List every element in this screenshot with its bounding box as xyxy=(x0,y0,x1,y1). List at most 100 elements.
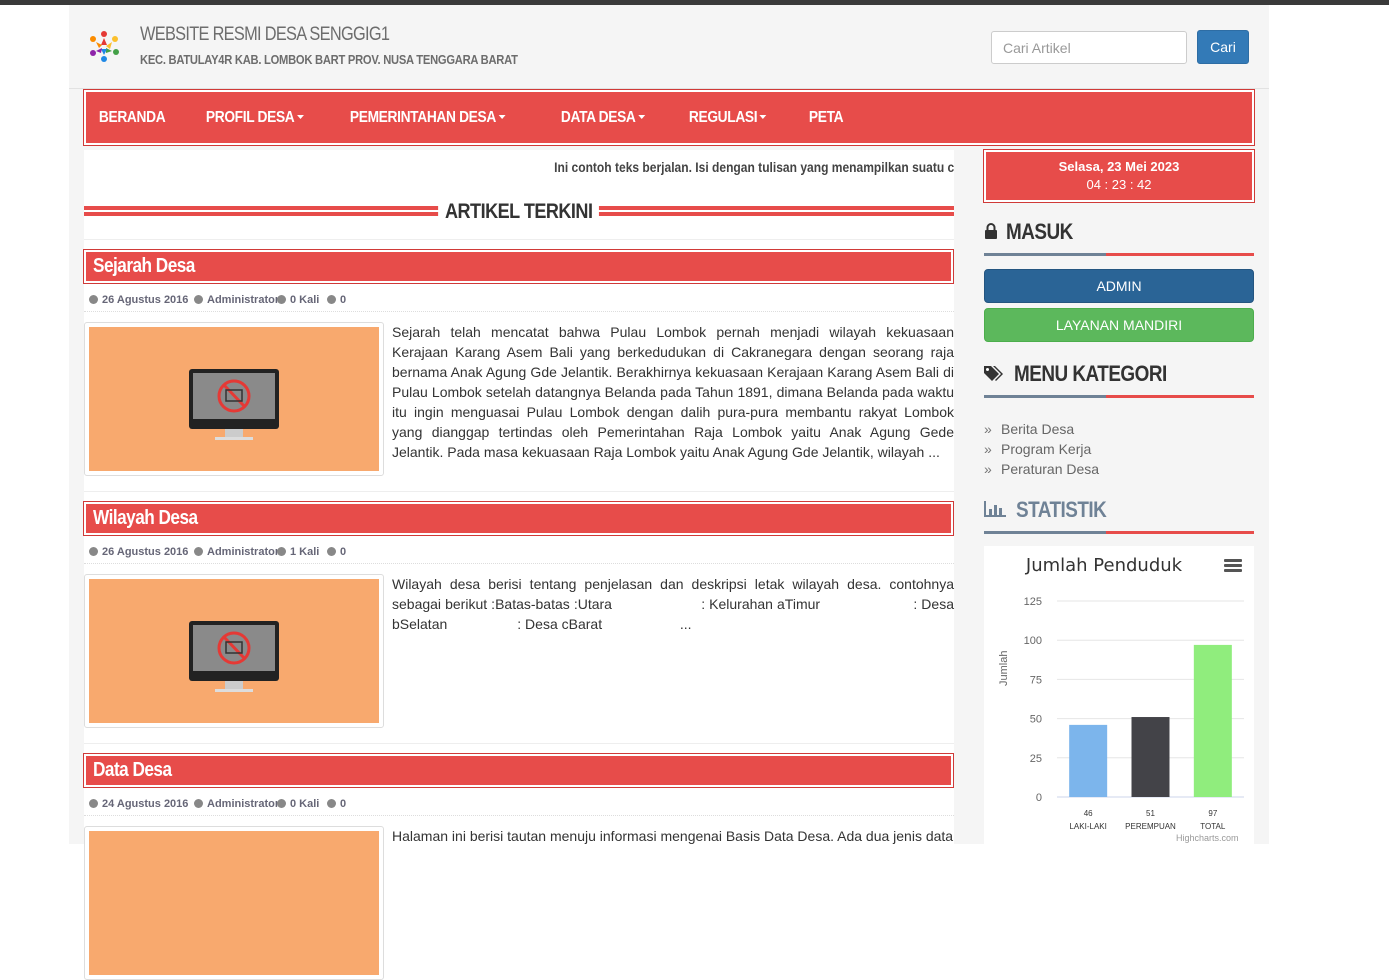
divider xyxy=(84,239,954,240)
article-excerpt: Sejarah telah mencatat bahwa Pulau Lombo… xyxy=(392,324,954,460)
y-tick-label: 125 xyxy=(1024,596,1042,608)
article-thumbnail[interactable] xyxy=(84,826,384,980)
chart-credits[interactable]: Highcharts.com xyxy=(1176,833,1239,843)
article-author[interactable]: Administrator xyxy=(207,798,279,810)
nav-item-beranda[interactable]: BERANDA xyxy=(86,109,178,127)
data-label: 51 xyxy=(1146,809,1155,818)
article-excerpt: Halaman ini berisi tautan menuju informa… xyxy=(392,828,954,844)
main-nav: BERANDA PROFIL DESA PEMERINTAHAN DESA DA… xyxy=(83,89,1255,146)
eye-icon xyxy=(277,799,286,808)
site-title[interactable]: WEBSITE RESMI DESA SENGGIG1 xyxy=(140,24,390,46)
current-time: 04 : 23 : 42 xyxy=(1086,177,1152,192)
widget-title-masuk: MASUK xyxy=(984,217,1254,256)
running-text: Ini contoh teks berjalan. Isi dengan tul… xyxy=(84,159,954,181)
divider xyxy=(84,491,954,492)
sidebar: Selasa, 23 Mei 2023 04 : 23 : 42 MASUK A… xyxy=(983,149,1255,846)
current-date: Selasa, 23 Mei 2023 xyxy=(1058,159,1180,174)
article-date: 26 Agustus 2016 xyxy=(102,546,189,558)
bar-total[interactable] xyxy=(1193,644,1232,797)
site-header: WEBSITE RESMI DESA SENGGIG1 KEC. BATULAY… xyxy=(69,5,1269,89)
article-thumbnail[interactable] xyxy=(84,322,384,476)
nav-item-data-desa[interactable]: DATA DESA xyxy=(548,109,658,127)
admin-button[interactable]: ADMIN xyxy=(984,269,1254,303)
user-icon xyxy=(194,547,203,556)
divider xyxy=(84,743,954,744)
title-underline xyxy=(984,531,1106,534)
no-image-placeholder xyxy=(89,831,379,975)
no-image-placeholder xyxy=(89,327,379,471)
nav-label: PEMERINTAHAN DESA xyxy=(349,108,497,126)
lock-icon xyxy=(985,223,997,239)
main-content: Ini contoh teks berjalan. Isi dengan tul… xyxy=(83,150,958,980)
clock-icon xyxy=(89,295,98,304)
article-comments: 0 xyxy=(340,798,347,810)
clock-icon xyxy=(89,799,98,808)
user-icon xyxy=(194,295,203,304)
logo-icon xyxy=(87,29,121,63)
widget-title-text: MASUK xyxy=(1006,219,1073,244)
article-excerpt: Wilayah desa berisi tentang penjelasan d… xyxy=(392,576,958,632)
caret-down-icon xyxy=(297,115,305,120)
page-container: WEBSITE RESMI DESA SENGGIG1 KEC. BATULAY… xyxy=(69,5,1269,980)
population-chart: Jumlah Penduduk Jumlah 0 25 50 75 100 125 46 LA… xyxy=(984,546,1254,846)
nav-item-regulasi[interactable]: REGULASI xyxy=(676,109,780,127)
article-title-text: Data Desa xyxy=(93,759,172,781)
search-input[interactable] xyxy=(991,31,1187,64)
x-tick-label: LAKI-LAKI xyxy=(1069,822,1106,831)
x-tick-label: PEREMPUAN xyxy=(1125,822,1176,831)
widget-title-kategori: MENU KATEGORI xyxy=(984,359,1254,398)
clock-icon xyxy=(89,547,98,556)
date-clock: Selasa, 23 Mei 2023 04 : 23 : 42 xyxy=(983,149,1255,203)
article-title[interactable]: Wilayah Desa xyxy=(83,501,954,536)
data-label: 46 xyxy=(1084,809,1093,818)
nav-label: PETA xyxy=(809,108,844,126)
bar-laki-laki[interactable] xyxy=(1069,724,1108,797)
article-thumbnail[interactable] xyxy=(84,574,384,728)
caret-down-icon xyxy=(638,115,645,120)
title-underline xyxy=(1106,531,1254,534)
eye-icon xyxy=(277,295,286,304)
search-button[interactable]: Cari xyxy=(1197,30,1249,64)
category-item-program-kerja[interactable]: Program Kerja xyxy=(984,439,1254,459)
category-item-berita-desa[interactable]: Berita Desa xyxy=(984,419,1254,439)
y-tick-label: 25 xyxy=(1030,753,1042,765)
no-image-placeholder xyxy=(89,579,379,723)
article-title[interactable]: Sejarah Desa xyxy=(83,249,954,284)
article-author[interactable]: Administrator xyxy=(207,294,279,306)
section-title: ARTIKEL TERKINI xyxy=(84,200,954,226)
user-icon xyxy=(194,799,203,808)
article-comments: 0 xyxy=(340,546,347,558)
widget-title-text: MENU KATEGORI xyxy=(1014,361,1167,386)
title-underline xyxy=(1106,253,1254,256)
article-views: 0 Kali xyxy=(290,798,320,810)
article-title[interactable]: Data Desa xyxy=(83,753,954,788)
chart-plot: 0 25 50 75 100 125 46 LAKI-LAKI 51 PEREMPUAN 97 TOT… xyxy=(1024,596,1244,831)
x-tick-label: TOTAL xyxy=(1200,822,1226,831)
nav-label: BERANDA xyxy=(98,108,166,126)
article-title-text: Sejarah Desa xyxy=(93,255,195,277)
y-tick-label: 0 xyxy=(1036,792,1042,804)
nav-label: REGULASI xyxy=(688,108,758,126)
nav-item-peta[interactable]: PETA xyxy=(796,109,856,127)
tags-icon xyxy=(984,366,1003,381)
article-date: 24 Agustus 2016 xyxy=(102,798,189,810)
nav-label: PROFIL DESA xyxy=(206,108,295,126)
category-item-peraturan-desa[interactable]: Peraturan Desa xyxy=(984,459,1254,479)
nav-item-profil-desa[interactable]: PROFIL DESA xyxy=(193,109,317,127)
article-views: 0 Kali xyxy=(290,294,320,306)
title-underline xyxy=(984,253,1106,256)
comments-icon xyxy=(327,295,336,304)
eye-icon xyxy=(277,547,286,556)
title-underline xyxy=(1106,395,1254,398)
article-author[interactable]: Administrator xyxy=(207,546,279,558)
bar-perempuan[interactable] xyxy=(1131,717,1170,797)
monitor-icon xyxy=(189,369,279,440)
category-list: Berita Desa Program Kerja Peraturan Desa xyxy=(984,419,1254,479)
layanan-mandiri-button[interactable]: LAYANAN MANDIRI xyxy=(984,308,1254,342)
title-underline xyxy=(984,395,1106,398)
widget-title-statistik: STATISTIK xyxy=(984,495,1254,534)
article-meta: 26 Agustus 2016 Administrator 0 Kali 0 xyxy=(84,291,954,312)
nav-item-pemerintahan-desa[interactable]: PEMERINTAHAN DESA xyxy=(337,109,518,127)
caret-down-icon xyxy=(498,115,506,120)
widget-title-text: STATISTIK xyxy=(1016,497,1107,522)
